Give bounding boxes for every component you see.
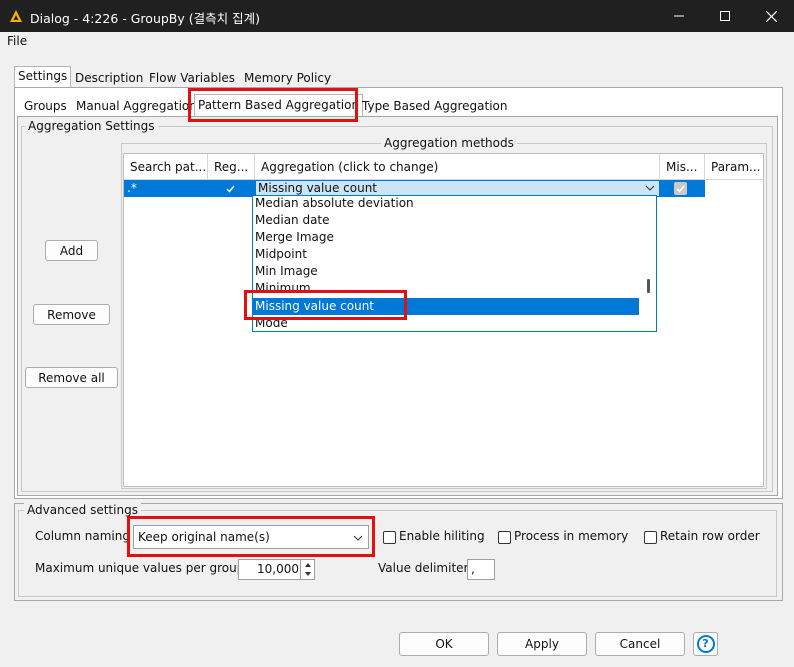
remove-all-button[interactable]: Remove all: [25, 367, 118, 388]
column-naming-select[interactable]: Keep original name(s): [133, 525, 369, 549]
help-button[interactable]: ?: [693, 632, 718, 656]
table-header: Search pat... Reg... Aggregation (click …: [124, 154, 763, 180]
col-parameters[interactable]: Param...: [705, 154, 763, 180]
missing-checkbox[interactable]: [674, 182, 687, 195]
advanced-settings-group: [18, 510, 777, 597]
col-regex[interactable]: Reg...: [208, 154, 255, 180]
retain-row-order-checkbox[interactable]: [644, 531, 657, 544]
column-naming-label: Column naming: [35, 529, 130, 543]
menu-bar: File: [0, 32, 794, 52]
subtab-pattern-based-aggregation[interactable]: Pattern Based Aggregation: [194, 94, 364, 117]
list-item[interactable]: Midpoint: [255, 246, 307, 263]
list-item[interactable]: Mode: [255, 315, 288, 331]
close-button[interactable]: [748, 0, 794, 32]
list-item[interactable]: Median absolute deviation: [255, 196, 414, 212]
aggregation-methods-legend: Aggregation methods: [381, 136, 517, 150]
cancel-button[interactable]: Cancel: [595, 632, 685, 656]
minimize-button[interactable]: [656, 0, 702, 32]
missing-check-icon: [676, 185, 685, 193]
apply-button[interactable]: Apply: [497, 632, 587, 656]
help-icon: ?: [696, 635, 715, 653]
spinner-buttons[interactable]: [300, 560, 314, 579]
col-aggregation[interactable]: Aggregation (click to change): [255, 154, 660, 180]
subtab-manual-aggregation[interactable]: Manual Aggregation: [73, 97, 200, 117]
advanced-settings-legend: Advanced settings: [24, 503, 141, 517]
ok-button[interactable]: OK: [399, 632, 489, 656]
list-item[interactable]: Min Image: [255, 263, 318, 280]
retain-row-order-label: Retain row order: [660, 529, 760, 543]
aggregation-combo-value: Missing value count: [258, 181, 378, 195]
param-cell[interactable]: [705, 180, 763, 197]
spinner-down-icon[interactable]: [304, 571, 312, 577]
maximize-icon: [720, 11, 730, 21]
column-naming-value: Keep original name(s): [138, 530, 270, 544]
value-delimiter-input[interactable]: ,: [467, 559, 495, 580]
col-missing[interactable]: Mis...: [660, 154, 705, 180]
enable-hiliting-checkbox[interactable]: [383, 531, 396, 544]
regex-check-icon[interactable]: [225, 183, 236, 194]
title-bar: Dialog - 4:226 - GroupBy (결측치 집계): [0, 0, 794, 32]
max-unique-values-input[interactable]: 10,000: [239, 562, 299, 576]
knime-logo-icon: [10, 10, 22, 22]
remove-button[interactable]: Remove: [33, 304, 110, 325]
process-in-memory-checkbox[interactable]: [498, 531, 511, 544]
chevron-down-icon: [645, 185, 655, 191]
tab-flow-variables[interactable]: Flow Variables: [146, 69, 238, 89]
tab-settings[interactable]: Settings: [14, 66, 72, 88]
aggregation-settings-legend: Aggregation Settings: [25, 119, 158, 133]
col-search-pattern[interactable]: Search pat...: [124, 154, 208, 180]
list-item-selected[interactable]: Missing value count: [255, 298, 374, 315]
process-in-memory-label: Process in memory: [514, 529, 629, 543]
tab-description[interactable]: Description: [72, 69, 146, 89]
row-pattern: .*: [127, 181, 137, 195]
value-delimiter-label: Value delimiter: [378, 561, 469, 575]
window-title: Dialog - 4:226 - GroupBy (결측치 집계): [30, 11, 260, 26]
list-item[interactable]: Minimum: [255, 280, 311, 297]
dropdown-scrollbar-thumb[interactable]: [647, 279, 650, 293]
maximize-button[interactable]: [702, 0, 748, 32]
chevron-down-icon: [353, 535, 363, 541]
max-unique-values-spinner[interactable]: 10,000: [238, 559, 315, 580]
tab-memory-policy[interactable]: Memory Policy: [241, 69, 334, 89]
aggregation-dropdown-list[interactable]: Median absolute deviation Median date Me…: [252, 195, 657, 332]
subtab-groups[interactable]: Groups: [21, 97, 70, 117]
add-button[interactable]: Add: [45, 240, 98, 261]
subtab-type-based-aggregation[interactable]: Type Based Aggregation: [359, 97, 510, 117]
list-item[interactable]: Median date: [255, 212, 330, 229]
menu-file[interactable]: File: [7, 34, 27, 48]
close-icon: [765, 10, 777, 22]
minimize-icon: [674, 15, 684, 17]
enable-hiliting-label: Enable hiliting: [399, 529, 485, 543]
max-unique-values-label: Maximum unique values per group: [35, 561, 245, 575]
list-item[interactable]: Merge Image: [255, 229, 334, 246]
spinner-up-icon[interactable]: [304, 562, 312, 568]
